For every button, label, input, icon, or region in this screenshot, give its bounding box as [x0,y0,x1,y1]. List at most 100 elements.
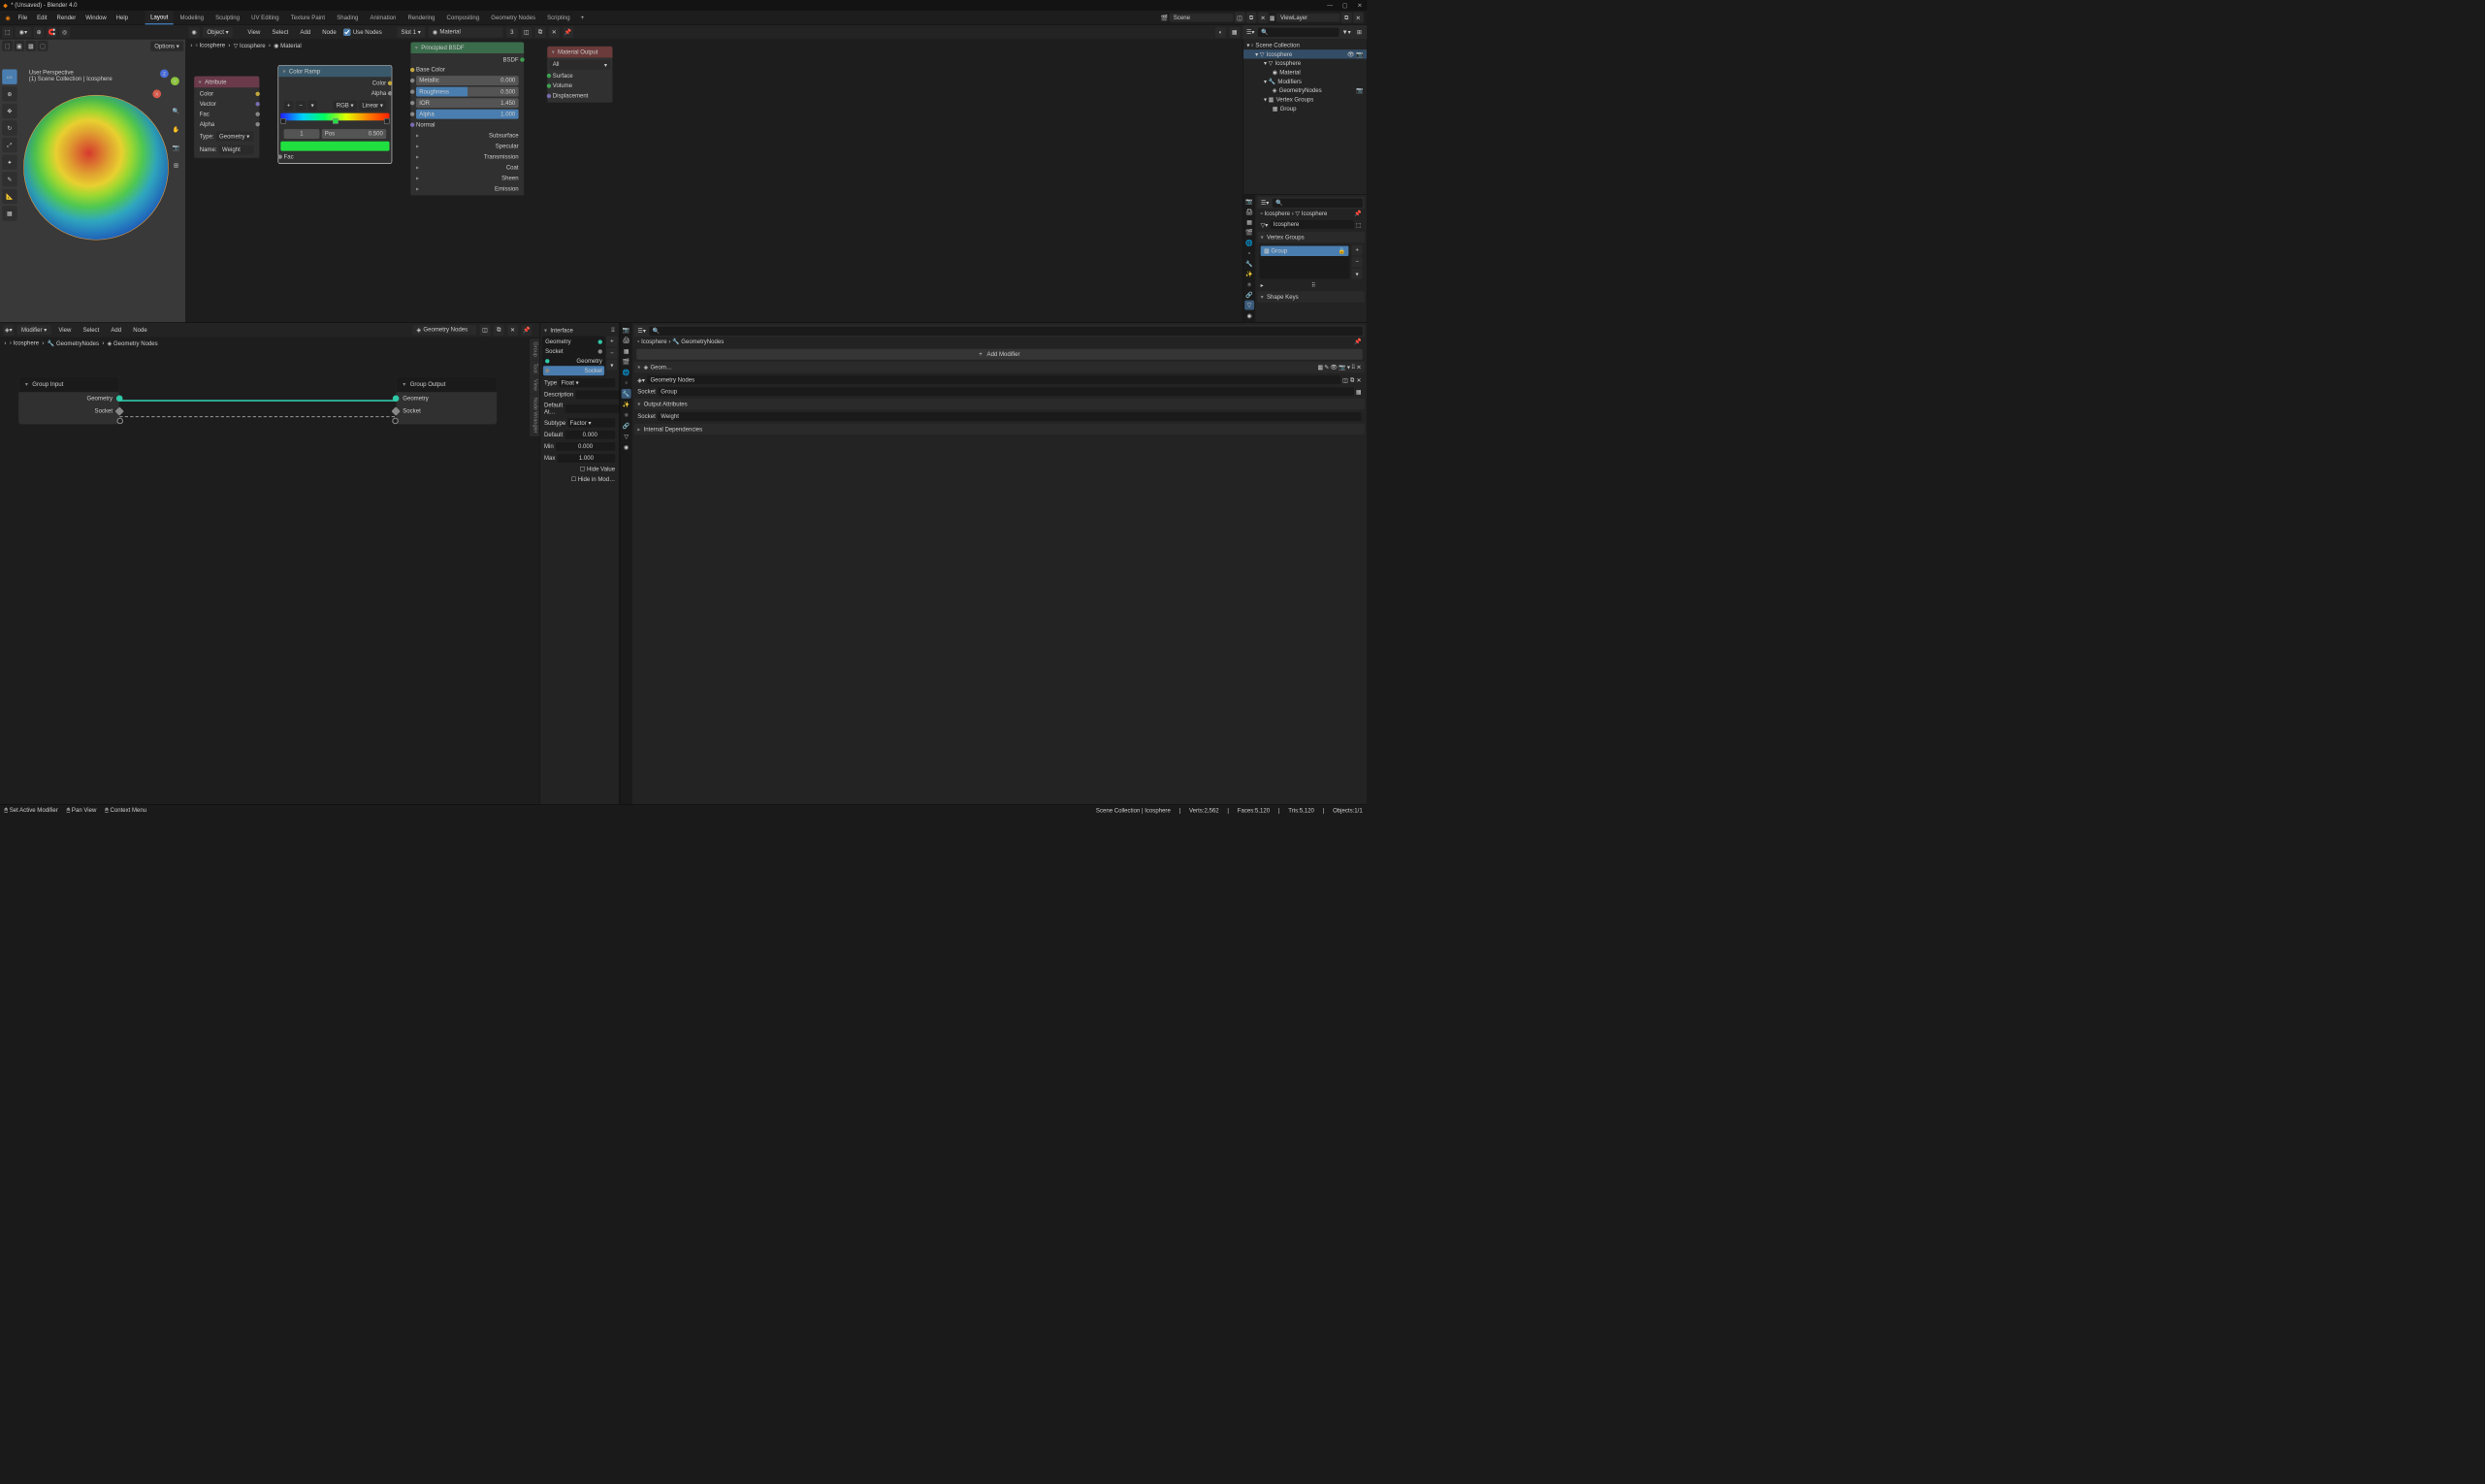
prop-tab-viewlayer[interactable]: ▦ [622,346,631,356]
ramp-interp[interactable]: Linear ▾ [359,100,386,110]
3d-viewport[interactable]: ⬚ ▣ ▦ ⬚ Options ▾ User Perspective (1) S… [0,40,185,323]
gn-select-menu[interactable]: Select [79,325,104,336]
material-output-node[interactable]: Material Output All ▾ Surface Volume Dis… [547,46,613,103]
prop-tab-physics[interactable]: ⚛ [622,410,631,420]
workspace-uv[interactable]: UV Editing [246,12,285,24]
shield-icon[interactable]: ⬚ [1356,221,1362,228]
gn-browse-icon[interactable]: ◫ [479,325,490,336]
props-editor-icon[interactable]: ☰▾ [1260,198,1271,209]
name-field[interactable]: Weight [219,145,254,155]
hide-in-modifier-checkbox[interactable]: ☐ Hide in Mod… [542,474,618,484]
gn-pin-icon[interactable]: 📌 [521,325,532,336]
props-editor-icon[interactable]: ☰▾ [636,326,647,337]
prop-tab-particles[interactable]: ✨ [1244,270,1254,279]
group-specular[interactable]: Specular [413,142,522,150]
proportional-icon[interactable]: ◎ [59,27,70,38]
vg-group-item[interactable]: ▦ Group🔒 [1261,246,1349,256]
group-sheen[interactable]: Sheen [413,174,522,182]
transform-tool[interactable]: ✦ [2,155,16,170]
shader-node-menu[interactable]: Node [318,27,340,38]
workspace-modeling[interactable]: Modeling [175,12,210,24]
outliner-filter-icon[interactable]: ▼▾ [1341,27,1352,38]
ramp-stop-1[interactable] [333,118,339,124]
select-tool[interactable]: ▭ [2,70,16,84]
workspace-shading[interactable]: Shading [332,12,364,24]
gn-new-icon[interactable]: ⧉ [494,325,504,336]
cursor-tool[interactable]: ⊕ [2,86,16,101]
gn-tree-name[interactable]: ◈ Geometry Nodes [412,325,476,335]
gn-unlink-icon[interactable]: ✕ [507,325,518,336]
material-name-field[interactable]: ◉ Material [428,27,502,37]
ortho-toggle-icon[interactable]: ⊞ [169,158,183,173]
iface-add-button[interactable]: + [606,337,617,347]
pin-icon[interactable]: 📌 [1354,210,1362,217]
group-input-node[interactable]: Group Input Geometry Socket [18,376,120,425]
material-slot[interactable]: Slot 1 ▾ [397,27,425,37]
outliner-geonodes[interactable]: ◈ GeometryNodes📷 [1243,86,1367,95]
prop-tab-modifier[interactable]: 🔧 [1244,259,1254,269]
prop-tab-mesh-data[interactable]: ▽ [622,432,631,441]
prop-tab-constraints[interactable]: 🔗 [1244,290,1254,300]
desc-field[interactable] [575,391,619,400]
gn-add-menu[interactable]: Add [107,325,126,336]
ramp-stop-2[interactable] [384,118,390,124]
breadcrumb-item[interactable]: ▫ Icosphere [10,339,39,346]
subtype-dropdown[interactable]: Factor ▾ [567,418,615,427]
menu-window[interactable]: Window [81,13,111,23]
snap-icon-2[interactable]: ▦ [1229,27,1240,38]
prop-tab-physics[interactable]: ⚛ [1244,279,1254,289]
axis-y[interactable]: Y [171,77,179,85]
gn-node-menu[interactable]: Node [129,325,151,336]
output-attributes-panel[interactable]: Output Attributes [634,399,1365,410]
prop-tab-object[interactable]: ▫ [622,378,631,388]
zoom-tool-icon[interactable]: 🔍 [169,104,183,118]
group-emission[interactable]: Emission [413,184,522,193]
camera-view-icon[interactable]: 📷 [169,140,183,154]
select-mode-icon[interactable]: ⬚ [2,41,13,51]
minimize-button[interactable]: — [1326,2,1334,10]
iface-in-socket[interactable]: Socket [543,366,604,375]
mesh-name-field[interactable]: Icosphere [1271,220,1354,229]
viewlayer-new-button[interactable]: ⧉ [1341,13,1352,23]
prop-tab-render[interactable]: 📷 [622,325,631,335]
add-modifier-button[interactable]: + Add Modifier [636,349,1363,360]
prop-tab-viewlayer[interactable]: ▦ [1244,217,1254,227]
iface-out-socket[interactable]: Socket [543,347,604,357]
hide-value-checkbox[interactable]: ☐ Hide Value [542,465,618,474]
annotate-tool[interactable]: ✎ [2,172,16,186]
icosphere-mesh[interactable] [23,95,169,241]
colorramp-gradient[interactable] [280,113,389,121]
group-output-node[interactable]: Group Output Geometry Socket [396,376,498,425]
ramp-pos[interactable]: Pos0.500 [321,129,386,139]
mod-editmode-icon[interactable]: ✎ [1324,364,1329,371]
scene-new-button[interactable]: ⧉ [1246,13,1257,23]
output-target[interactable]: All ▾ [550,60,611,70]
gn-tab-view[interactable]: View [530,376,539,394]
ramp-color-swatch[interactable] [280,142,389,151]
attribute-node[interactable]: Attribute Color Vector Fac Alpha Type:Ge… [194,76,260,158]
props-search[interactable]: 🔍 [1273,198,1363,207]
scale-tool[interactable]: ⤢ [2,138,16,152]
shader-editor[interactable]: › ▫ Icosphere › ▽ Icosphere › ◉ Material… [186,40,1367,323]
gn-tab-tool[interactable]: Tool [530,360,539,376]
gn-modifier-header[interactable]: ◈Geom… ▦ ✎ 👁 📷 ▾ ⠿ ✕ [634,362,1365,373]
shape-keys-panel[interactable]: Shape Keys [1257,291,1365,303]
mod-render-icon[interactable]: 📷 [1339,364,1346,371]
add-tool[interactable]: ▦ [2,206,16,220]
breadcrumb-item[interactable]: ▫ Icosphere [196,42,225,48]
use-nodes-checkbox[interactable]: Use Nodes [343,29,381,36]
gn-new-icon[interactable]: ⧉ [1350,376,1354,383]
iface-out-geometry[interactable]: Geometry [543,338,604,347]
iface-remove-button[interactable]: − [606,348,617,359]
gn-nodetree-name[interactable]: Geometry Nodes [647,375,1340,384]
vertex-groups-panel[interactable]: Vertex Groups [1257,232,1365,243]
scene-delete-button[interactable]: ✕ [1258,13,1269,23]
group-coat[interactable]: Coat [413,163,522,172]
select-mode-2-icon[interactable]: ▣ [14,41,24,51]
overlay-icon[interactable]: ◐ [1215,27,1226,38]
mod-viewport-icon[interactable]: 👁 [1330,364,1338,371]
workspace-sculpting[interactable]: Sculpting [210,12,245,24]
menu-edit[interactable]: Edit [33,13,51,23]
min-field[interactable]: 0.000 [556,442,615,451]
ramp-add-button[interactable]: + [284,101,294,111]
